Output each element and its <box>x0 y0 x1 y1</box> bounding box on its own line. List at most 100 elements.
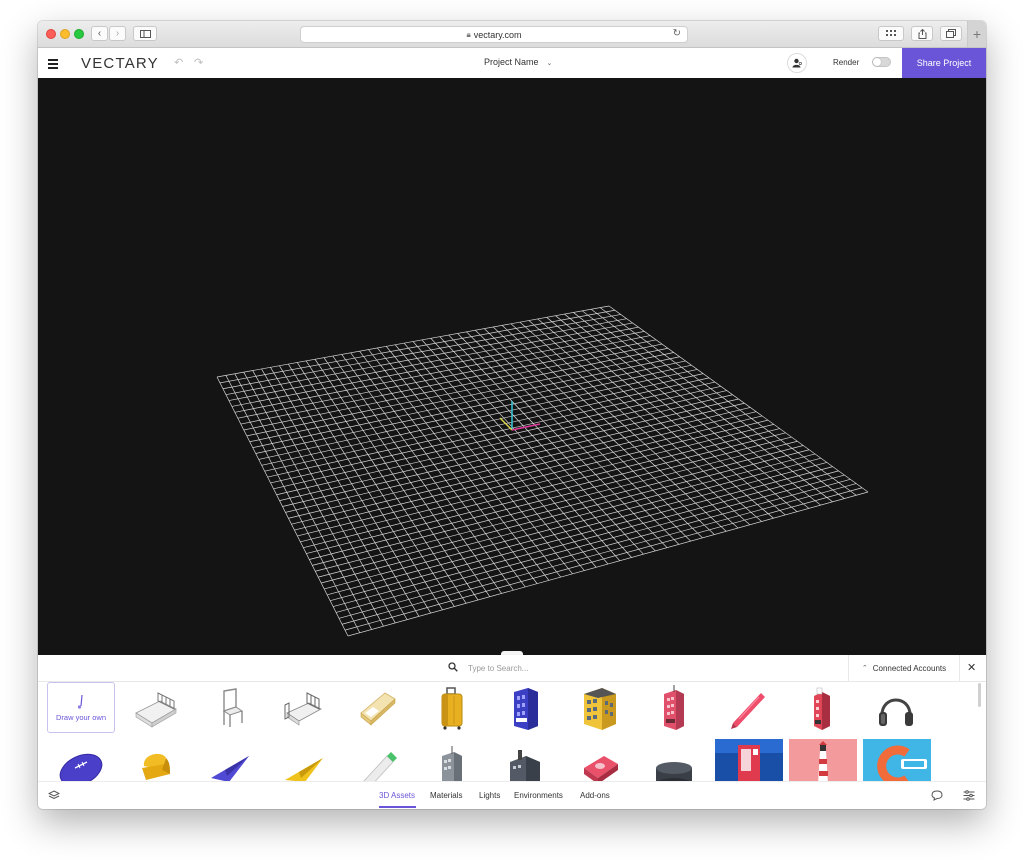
grid-icon <box>886 30 896 36</box>
asset-pen[interactable] <box>714 682 782 734</box>
asset-grey-building[interactable] <box>418 740 486 782</box>
tab-lights[interactable]: Lights <box>479 791 500 800</box>
asset-red-building[interactable] <box>640 682 708 734</box>
asset-blue-building[interactable] <box>492 682 560 734</box>
tab-add-ons[interactable]: Add-ons <box>580 791 610 800</box>
draw-your-own-button[interactable]: Draw your own <box>47 682 115 733</box>
forward-button[interactable]: › <box>109 26 126 41</box>
asset-yellow-building[interactable] <box>566 682 634 734</box>
vectary-logo[interactable]: VECTARY <box>81 55 159 72</box>
search-icon <box>448 662 458 672</box>
minimize-window-button[interactable] <box>60 29 70 39</box>
asset-bed[interactable] <box>122 682 190 734</box>
asset-lighthouse[interactable] <box>789 739 857 782</box>
draw-your-own-label: Draw your own <box>55 712 107 722</box>
user-icon <box>792 58 802 68</box>
menu-icon[interactable] <box>48 59 58 71</box>
red-tower-icon <box>814 687 830 730</box>
share-project-button[interactable]: Share Project <box>902 48 986 78</box>
grid-view-button[interactable] <box>878 26 904 41</box>
asset-yellow-chair[interactable] <box>122 740 190 782</box>
tabs-icon <box>946 29 956 38</box>
render-toggle[interactable] <box>872 57 891 67</box>
app-header: VECTARY ↶ ↷ Project Name ⌄ Render Share P… <box>38 48 986 79</box>
close-panel-icon[interactable]: ✕ <box>967 661 976 674</box>
asset-scrollbar[interactable] <box>978 683 981 707</box>
tab-materials[interactable]: Materials <box>430 791 462 800</box>
comment-icon[interactable] <box>931 790 943 801</box>
axis-gizmo <box>499 401 541 431</box>
tab-3d-assets[interactable]: 3D Assets <box>379 791 415 800</box>
asset-headphones[interactable] <box>862 682 930 734</box>
c-logo-thumbnail <box>863 739 931 782</box>
chevron-down-icon: ⌄ <box>546 60 553 67</box>
plus-icon: + <box>972 26 982 42</box>
asset-paper-plane-blue[interactable] <box>196 740 264 782</box>
headphones-icon <box>879 698 913 726</box>
dark-building-icon <box>510 750 540 782</box>
url-text: vectary.com <box>473 29 522 40</box>
back-button[interactable]: ‹ <box>91 26 108 41</box>
red-building-icon <box>664 685 684 730</box>
asset-red-tower[interactable] <box>788 682 856 734</box>
asset-c-logo[interactable] <box>863 739 931 782</box>
sliders-icon[interactable] <box>963 790 975 801</box>
browser-toolbar: ‹ › 🔒︎ vectary.com ↻ + <box>38 21 986 48</box>
close-window-button[interactable] <box>46 29 56 39</box>
address-bar[interactable]: 🔒︎ vectary.com ↻ <box>300 26 688 43</box>
undo-icon[interactable]: ↶ <box>174 56 183 69</box>
pen-draw-icon <box>77 694 83 709</box>
3d-viewport[interactable] <box>38 78 986 655</box>
reload-icon[interactable]: ↻ <box>673 28 681 39</box>
blue-building-icon <box>514 688 538 730</box>
lighthouse-thumbnail <box>789 739 857 782</box>
layers-icon[interactable] <box>48 790 60 801</box>
asset-dark-building[interactable] <box>492 740 560 782</box>
yellow-building-icon <box>584 688 616 730</box>
asset-football[interactable] <box>47 740 115 782</box>
asset-cylinder[interactable] <box>640 740 708 782</box>
redo-icon[interactable]: ↷ <box>194 56 203 69</box>
browser-window: ‹ › 🔒︎ vectary.com ↻ + VECTARY ↶ ↷ Proje… <box>38 21 986 809</box>
tab-environments[interactable]: Environments <box>514 791 563 800</box>
asset-paper-plane-yellow[interactable] <box>270 740 338 782</box>
suitcase-icon <box>441 687 463 730</box>
asset-chair[interactable] <box>196 682 264 734</box>
paper-plane-yellow-icon <box>285 758 323 782</box>
project-name-dropdown[interactable]: Project Name ⌄ <box>484 57 552 67</box>
asset-marker[interactable] <box>344 740 412 782</box>
chair-icon <box>222 688 244 727</box>
asset-mattress[interactable] <box>344 682 412 734</box>
grey-building-icon <box>442 746 462 782</box>
chevron-right-icon: › <box>115 28 120 39</box>
asset-vending-machine[interactable] <box>715 739 783 782</box>
panel-tabs: 3D Assets Materials Lights Environments … <box>38 781 986 809</box>
sidebar-toggle-button[interactable] <box>133 26 157 41</box>
caret-up-icon: ⌃ <box>861 665 868 672</box>
new-tab-button[interactable]: + <box>967 21 986 47</box>
active-tab-indicator <box>379 806 416 808</box>
asset-suitcase[interactable] <box>418 682 486 734</box>
asset-grid: Draw your own <box>38 682 978 782</box>
render-label: Render <box>833 58 860 67</box>
asset-single-bed[interactable] <box>270 682 338 734</box>
marker-icon <box>362 752 397 782</box>
cylinder-icon <box>656 762 692 782</box>
connected-accounts-label: Connected Accounts <box>872 663 947 673</box>
search-bar: ⌃ Connected Accounts ✕ <box>38 655 986 682</box>
lock-icon: 🔒︎ <box>466 29 471 39</box>
single-bed-icon <box>284 692 322 726</box>
share-button[interactable] <box>911 26 933 41</box>
pen-icon <box>731 693 765 729</box>
invite-user-button[interactable] <box>787 53 807 73</box>
asset-panel: ⌃ Connected Accounts ✕ Draw your own <box>38 655 986 809</box>
mattress-icon <box>360 692 396 726</box>
sidebar-icon <box>139 29 151 38</box>
connected-accounts-button[interactable]: ⌃ Connected Accounts <box>848 655 960 681</box>
asset-sharpener[interactable] <box>566 740 634 782</box>
football-icon <box>59 753 103 782</box>
tabs-overview-button[interactable] <box>940 26 962 41</box>
fullscreen-window-button[interactable] <box>74 29 84 39</box>
yellow-chair-icon <box>142 753 170 780</box>
search-input[interactable] <box>468 661 768 675</box>
